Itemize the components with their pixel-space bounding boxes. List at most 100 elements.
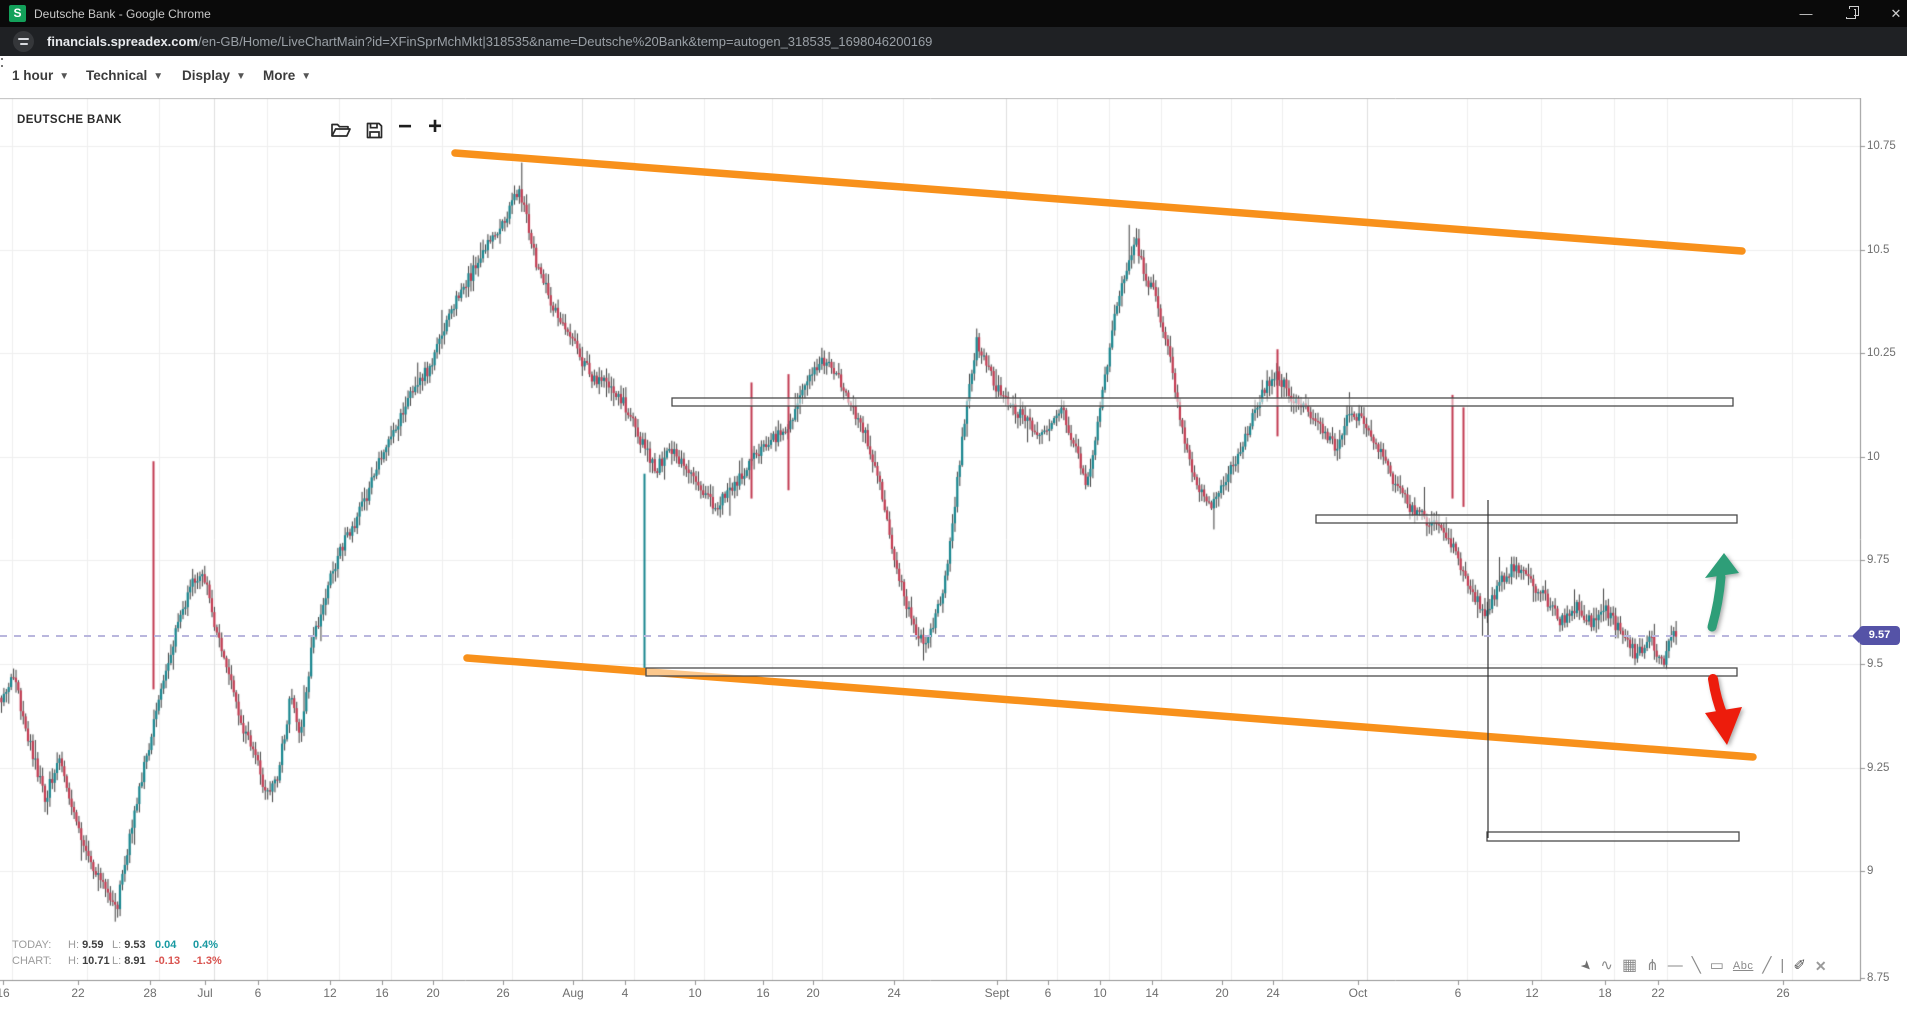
- tool-rectangle-icon[interactable]: ▭: [1710, 954, 1724, 978]
- chevron-down-icon: ▼: [59, 71, 69, 82]
- tool-diagonal-line-icon[interactable]: ╱: [1762, 954, 1771, 978]
- x-axis-label: 28: [143, 986, 156, 1000]
- y-axis-label: 10.25: [1867, 347, 1896, 359]
- resistance-9.85[interactable]: [1316, 515, 1737, 523]
- stats-cell: CHART:: [12, 955, 52, 967]
- x-axis-label: 12: [323, 986, 336, 1000]
- y-axis-label: 8.75: [1867, 972, 1889, 984]
- x-axis-label: 14: [1145, 986, 1158, 1000]
- tool-curve-icon[interactable]: ∿: [1600, 954, 1613, 978]
- drawing-toolbar: ➤∿ ▦ ⋔ — ╲ ▭ Abc ╱ | ✐ ✕: [1576, 953, 1831, 979]
- x-axis-label: 6: [1455, 986, 1462, 1000]
- down-arrow-annotation[interactable]: [1705, 679, 1742, 745]
- chevron-down-icon: ▼: [153, 71, 163, 82]
- x-axis-label: Sept: [985, 986, 1010, 1000]
- x-axis-label: 6: [255, 986, 262, 1000]
- x-axis-label: 24: [1266, 986, 1279, 1000]
- price-stats: TODAY: H: 9.59 L: 9.53 0.04 0.4% CHART: H: 10.…: [12, 939, 272, 971]
- instrument-title: DEUTSCHE BANK: [17, 114, 122, 126]
- current-price-badge: 9.57: [1859, 626, 1900, 645]
- stats-cell: 0.04: [155, 939, 176, 951]
- tool-trend-line-icon[interactable]: ╲: [1692, 954, 1701, 978]
- zoom-in-icon[interactable]: +: [428, 113, 442, 141]
- window-titlebar: S Deutsche Bank - Google Chrome — ✕: [0, 0, 1907, 27]
- save-icon[interactable]: [366, 122, 383, 144]
- tool-horizontal-line-icon[interactable]: —: [1668, 954, 1683, 978]
- x-axis-label: 26: [1776, 986, 1789, 1000]
- x-axis-label: 24: [887, 986, 900, 1000]
- x-axis-label: 10: [1093, 986, 1106, 1000]
- support-9.08[interactable]: [1487, 832, 1739, 841]
- x-axis-label: 26: [496, 986, 509, 1000]
- open-folder-icon[interactable]: [330, 122, 351, 144]
- url-text[interactable]: financials.spreadex.com/en-GB/Home/LiveC…: [47, 34, 932, 49]
- zoom-out-icon[interactable]: −: [398, 113, 412, 141]
- stats-row: TODAY: H: 9.59 L: 9.53 0.04 0.4%: [12, 939, 272, 955]
- tool-delete-icon[interactable]: ✕: [1815, 954, 1827, 978]
- x-axis-label: 20: [806, 986, 819, 1000]
- x-axis-label: Oct: [1349, 986, 1368, 1000]
- stats-cell: TODAY:: [12, 939, 51, 951]
- tool-marker-icon[interactable]: ✐: [1793, 954, 1806, 978]
- minimize-button[interactable]: —: [1789, 0, 1823, 27]
- x-axis-label: 22: [71, 986, 84, 1000]
- y-axis-label: 9.5: [1867, 658, 1883, 670]
- x-axis-label: 12: [1525, 986, 1538, 1000]
- upper-channel-line[interactable]: [455, 153, 1742, 251]
- window-title: Deutsche Bank - Google Chrome: [34, 7, 211, 21]
- restore-button[interactable]: [1834, 0, 1868, 27]
- y-axis-label: 10.5: [1867, 244, 1889, 256]
- stats-cell: -0.13: [155, 955, 180, 967]
- x-axis-label: 22: [1651, 986, 1664, 1000]
- url-path: /en-GB/Home/LiveChartMain?id=XFinSprMchM…: [198, 34, 932, 49]
- tool-fan-lines-icon[interactable]: ⋔: [1646, 954, 1659, 978]
- x-axis-label: 4: [622, 986, 629, 1000]
- x-axis-label: Aug: [562, 986, 583, 1000]
- url-domain: financials.spreadex.com: [47, 34, 198, 49]
- browser-window: 9.57 DEUTSCHE BANK 16 22 28 Jul 6 12 16 20 26 Aug…: [0, 0, 1907, 1026]
- tool-fibonacci-grid-icon[interactable]: ▦: [1622, 954, 1637, 978]
- menu-technical[interactable]: Technical▼: [86, 68, 163, 83]
- tool-text-icon[interactable]: Abc: [1733, 954, 1753, 978]
- y-axis-label: 9.75: [1867, 554, 1889, 566]
- chart-toolbar: 1 hour▼Technical▼Display▼More▼ − +: [0, 56, 1907, 98]
- chevron-down-icon: ▼: [236, 71, 246, 82]
- y-axis-label: 10.75: [1867, 140, 1896, 152]
- stats-cell: H: 9.59: [68, 939, 103, 951]
- up-arrow-annotation[interactable]: [1705, 553, 1739, 627]
- x-axis-label: 10: [688, 986, 701, 1000]
- chart-annotations-layer: [0, 0, 1907, 1026]
- site-settings-icon[interactable]: [13, 31, 34, 52]
- tool-cursor-icon[interactable]: ➤: [1574, 954, 1599, 979]
- stats-cell: 0.4%: [193, 939, 218, 951]
- chevron-down-icon: ▼: [301, 71, 311, 82]
- menu-more[interactable]: More▼: [263, 68, 311, 83]
- resistance-10.13[interactable]: [672, 398, 1733, 406]
- stats-cell: -1.3%: [193, 955, 222, 967]
- current-price-dashed-line: [0, 635, 1852, 637]
- menu-1-hour[interactable]: 1 hour▼: [12, 68, 69, 83]
- stats-cell: L: 9.53: [112, 939, 146, 951]
- close-button[interactable]: ✕: [1879, 0, 1907, 27]
- x-axis-label: 6: [1045, 986, 1052, 1000]
- x-axis-label: Jul: [197, 986, 212, 1000]
- address-bar[interactable]: financials.spreadex.com/en-GB/Home/LiveC…: [0, 27, 1907, 56]
- x-axis-label: 18: [1598, 986, 1611, 1000]
- menu-display[interactable]: Display▼: [182, 68, 246, 83]
- spreadex-favicon: S: [9, 5, 26, 22]
- x-axis-label: 16: [756, 986, 769, 1000]
- support-9.48[interactable]: [646, 668, 1737, 676]
- x-axis-label: 16: [0, 986, 10, 1000]
- y-axis-label: 10: [1867, 451, 1880, 463]
- drag-handle-dots: [1, 58, 3, 72]
- restore-icon: [1846, 9, 1856, 19]
- x-axis-label: 20: [1215, 986, 1228, 1000]
- x-axis-label: 16: [375, 986, 388, 1000]
- y-axis-label: 9: [1867, 865, 1873, 877]
- stats-cell: H: 10.71: [68, 955, 110, 967]
- x-axis-label: 20: [426, 986, 439, 1000]
- stats-row: CHART: H: 10.71L: 8.91 -0.13 -1.3%: [12, 955, 272, 971]
- stats-cell: L: 8.91: [112, 955, 146, 967]
- tool-vertical-line-icon[interactable]: |: [1780, 954, 1784, 978]
- y-axis-label: 9.25: [1867, 762, 1889, 774]
